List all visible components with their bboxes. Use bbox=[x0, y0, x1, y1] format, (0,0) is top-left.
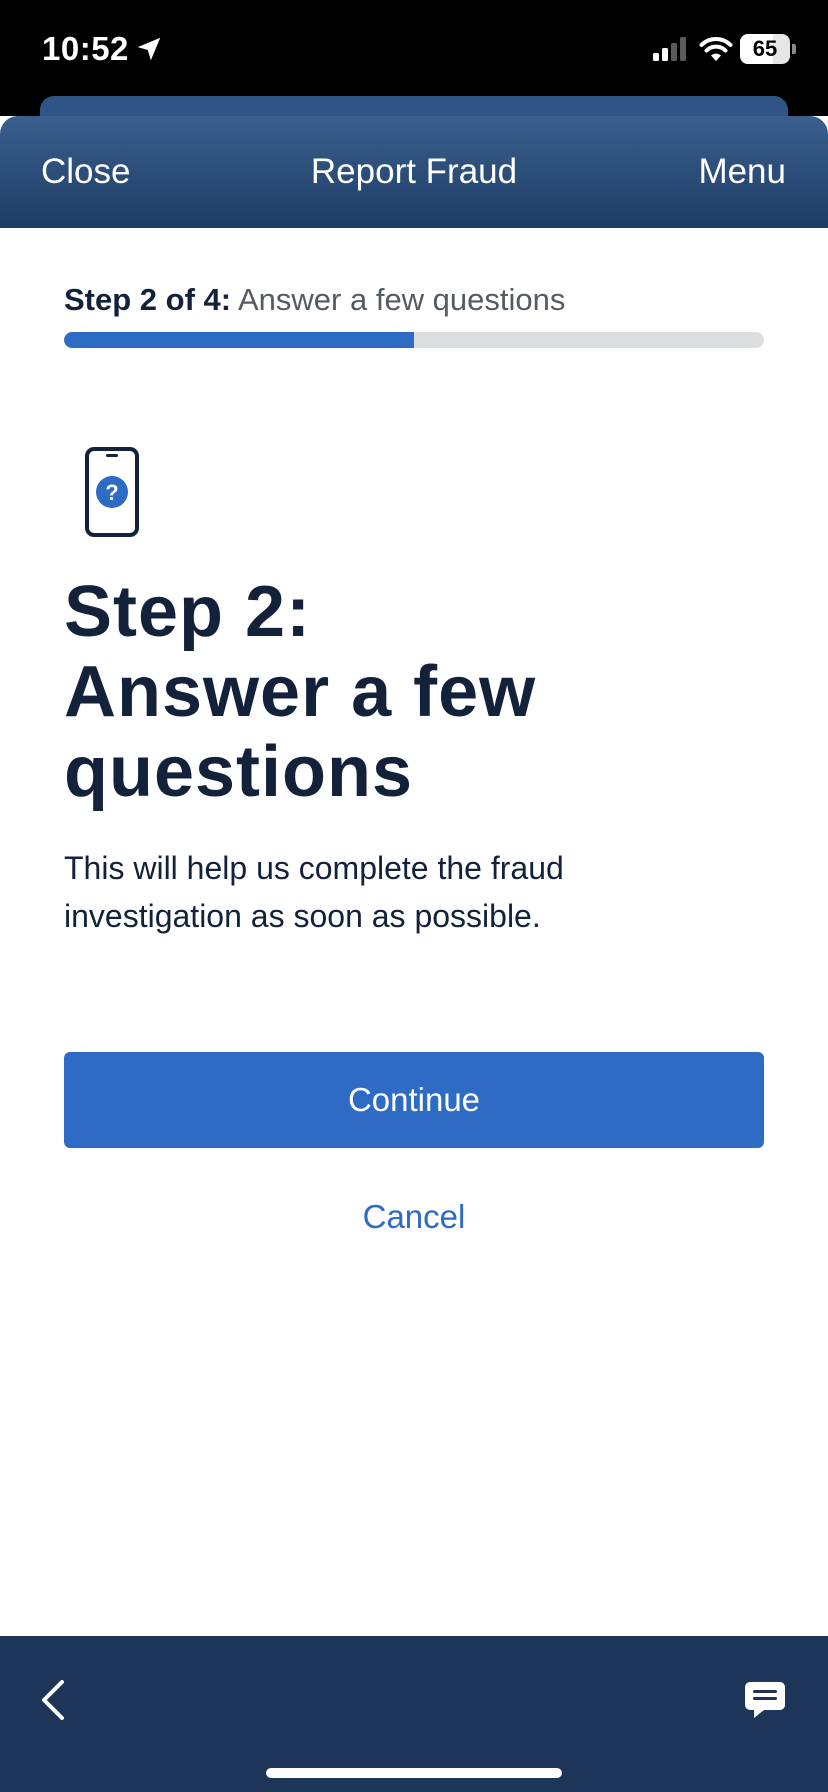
menu-button[interactable]: Menu bbox=[698, 152, 786, 192]
bottom-toolbar bbox=[0, 1636, 828, 1792]
wifi-icon bbox=[699, 37, 733, 61]
location-arrow-icon bbox=[137, 37, 161, 61]
battery-level: 65 bbox=[752, 36, 778, 61]
cellular-signal-icon bbox=[653, 37, 686, 61]
svg-text:?: ? bbox=[105, 480, 118, 505]
continue-button[interactable]: Continue bbox=[64, 1052, 764, 1148]
header-bar: Close Report Fraud Menu bbox=[0, 116, 828, 228]
battery-icon: 65 bbox=[740, 34, 796, 64]
step-heading: Step 2: Answer a few questions bbox=[64, 572, 764, 812]
progress-bar-fill bbox=[64, 332, 414, 348]
heading-line-2: Answer a few bbox=[64, 652, 537, 732]
step-text: Answer a few questions bbox=[231, 282, 566, 317]
chat-bubble-icon[interactable] bbox=[744, 1680, 786, 1720]
home-indicator bbox=[266, 1768, 562, 1778]
phone-question-icon: ? bbox=[85, 447, 139, 537]
step-prefix: Step 2 of 4: bbox=[64, 282, 232, 317]
step-indicator: Step 2 of 4: Answer a few questions bbox=[64, 282, 565, 318]
heading-line-1: Step 2: bbox=[64, 572, 312, 652]
cancel-link[interactable]: Cancel bbox=[0, 1198, 828, 1236]
step-description: This will help us complete the fraud inv… bbox=[64, 850, 564, 934]
heading-line-3: questions bbox=[64, 732, 414, 812]
chevron-left-icon[interactable] bbox=[36, 1676, 70, 1724]
status-time: 10:52 bbox=[42, 30, 129, 67]
progress-bar bbox=[64, 332, 764, 348]
